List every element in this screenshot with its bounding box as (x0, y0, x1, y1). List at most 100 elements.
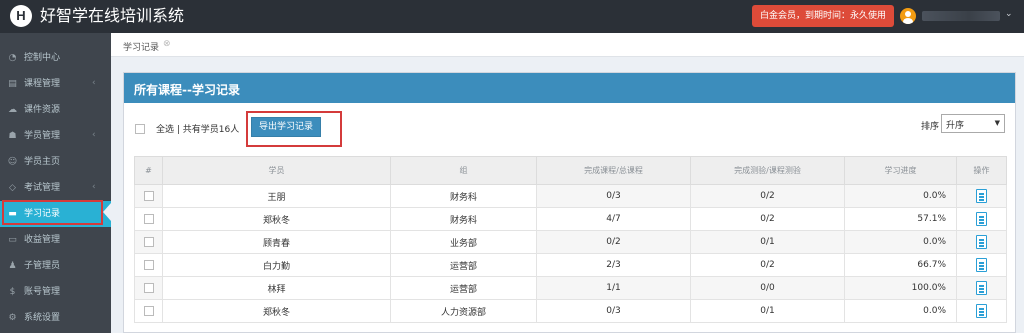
quizzes-completed: 0/1 (690, 230, 845, 254)
close-tab-icon[interactable]: ⊗ (163, 39, 171, 49)
sidebar-item-label: 学员管理 (24, 131, 61, 141)
clipboard-icon[interactable] (976, 281, 987, 295)
sidebar: ◔ 控制中心 ▤ 课程管理 ‹ ☁ 课件资源 ☗ 学员管理 ‹ ☺ 学员主页 ◇ 考试管理 ‹ ▬ 学习记录 ▭ 收… (0, 33, 111, 333)
student-group: 业务部 (390, 230, 537, 254)
col-header-group[interactable]: 组 (390, 156, 537, 185)
breadcrumb: 学习记录 ⊗ (111, 33, 1024, 57)
row-select-cell (134, 207, 163, 231)
app-logo[interactable]: H (10, 5, 32, 27)
learning-progress: 0.0% (844, 230, 957, 254)
sidebar-item-8[interactable]: ♟ 子管理员 (0, 253, 111, 279)
student-name: 郑秋冬 (162, 207, 391, 231)
action-cell (956, 230, 1007, 254)
users-icon: ☗ (8, 131, 17, 141)
table-row: 林拜 运营部 1/1 0/0 100.0% (134, 276, 1007, 300)
book-icon: ▤ (8, 79, 17, 89)
membership-badge[interactable]: 白金会员，到期时间：永久使用 (752, 5, 894, 27)
student-group: 人力资源部 (390, 299, 537, 323)
select-all-label: 全选 | 共有学员16人 (156, 125, 240, 135)
clipboard-icon[interactable] (976, 212, 987, 226)
student-name: 林拜 (162, 276, 391, 300)
clipboard-icon[interactable] (976, 304, 987, 318)
col-header-progress[interactable]: 学习进度 (844, 156, 957, 185)
col-header-index: # (134, 156, 163, 185)
sidebar-item-9[interactable]: $ 账号管理 (0, 279, 111, 305)
quizzes-completed: 0/2 (690, 184, 845, 208)
row-checkbox[interactable] (143, 213, 154, 224)
breadcrumb-current[interactable]: 学习记录 (123, 40, 159, 53)
action-cell (956, 276, 1007, 300)
row-checkbox[interactable] (143, 305, 154, 316)
sidebar-item-label: 考试管理 (24, 183, 61, 193)
courses-completed: 0/3 (536, 184, 691, 208)
courses-completed: 0/3 (536, 299, 691, 323)
top-bar: H 好智学在线培训系统 白金会员，到期时间：永久使用 ⌄ (0, 0, 1024, 33)
col-header-quizzes[interactable]: 完成测验/课程测验 (690, 156, 845, 185)
row-checkbox[interactable] (143, 190, 154, 201)
sidebar-item-label: 课程管理 (24, 79, 61, 89)
dashboard-icon: ◔ (8, 53, 17, 63)
clipboard-icon[interactable] (976, 189, 987, 203)
sidebar-item-label: 课件资源 (24, 105, 61, 115)
col-header-actions: 操作 (956, 156, 1007, 185)
row-checkbox[interactable] (143, 259, 154, 270)
col-header-courses[interactable]: 完成课程/总课程 (536, 156, 691, 185)
select-all-checkbox[interactable] (135, 124, 145, 134)
sidebar-item-1[interactable]: ▤ 课程管理 ‹ (0, 71, 111, 97)
row-checkbox[interactable] (143, 282, 154, 293)
student-group: 财务科 (390, 184, 537, 208)
learning-progress: 100.0% (844, 276, 957, 300)
clipboard-icon[interactable] (976, 235, 987, 249)
records-table: # 学员 组 完成课程/总课程 完成测验/课程测验 学习进度 操作 王朋 财务科 0… (134, 156, 1007, 323)
sidebar-item-label: 收益管理 (24, 235, 61, 245)
clipboard-icon[interactable] (976, 258, 987, 272)
student-name: 顾青春 (162, 230, 391, 254)
sidebar-item-0[interactable]: ◔ 控制中心 (0, 45, 111, 71)
courses-completed: 0/2 (536, 230, 691, 254)
sidebar-item-label: 系统设置 (24, 313, 61, 323)
courses-completed: 2/3 (536, 253, 691, 277)
row-select-cell (134, 230, 163, 254)
cloud-icon: ☁ (8, 105, 17, 115)
courses-completed: 1/1 (536, 276, 691, 300)
panel-title: 所有课程--学习记录 (134, 83, 240, 97)
student-name: 王朋 (162, 184, 391, 208)
student-group: 运营部 (390, 276, 537, 300)
table-header-row: # 学员 组 完成课程/总课程 完成测验/课程测验 学习进度 操作 (134, 156, 1007, 185)
user-name-blurred[interactable] (922, 11, 1000, 21)
sidebar-item-3[interactable]: ☗ 学员管理 ‹ (0, 123, 111, 149)
app-title: 好智学在线培训系统 (40, 6, 185, 25)
row-checkbox[interactable] (143, 236, 154, 247)
sidebar-item-label: 学员主页 (24, 157, 61, 167)
learning-progress: 66.7% (844, 253, 957, 277)
student-group: 财务科 (390, 207, 537, 231)
quizzes-completed: 0/0 (690, 276, 845, 300)
row-select-cell (134, 184, 163, 208)
row-select-cell (134, 299, 163, 323)
learning-progress: 0.0% (844, 299, 957, 323)
action-cell (956, 207, 1007, 231)
sidebar-item-7[interactable]: ▭ 收益管理 (0, 227, 111, 253)
sidebar-item-10[interactable]: ⚙ 系统设置 (0, 305, 111, 331)
student-name: 郑秋冬 (162, 299, 391, 323)
user-avatar-icon[interactable] (900, 8, 916, 24)
sidebar-item-label: 子管理员 (24, 261, 61, 271)
user-menu-chevron-down-icon[interactable]: ⌄ (1005, 9, 1013, 19)
export-records-button[interactable]: 导出学习记录 (251, 117, 321, 137)
chevron-left-icon: ‹ (92, 182, 96, 192)
student-group: 运营部 (390, 253, 537, 277)
sort-label: 排序 (921, 122, 940, 132)
col-header-student[interactable]: 学员 (162, 156, 391, 185)
table-row: 王朋 财务科 0/3 0/2 0.0% (134, 184, 1007, 208)
quizzes-completed: 0/1 (690, 299, 845, 323)
sort-order-select[interactable]: 升序 ▼ (941, 114, 1005, 133)
row-select-cell (134, 253, 163, 277)
quizzes-completed: 0/2 (690, 207, 845, 231)
sidebar-item-2[interactable]: ☁ 课件资源 (0, 97, 111, 123)
learning-progress: 57.1% (844, 207, 957, 231)
dropdown-arrow-icon: ▼ (994, 119, 1000, 127)
sidebar-item-4[interactable]: ☺ 学员主页 (0, 149, 111, 175)
quizzes-completed: 0/2 (690, 253, 845, 277)
action-cell (956, 253, 1007, 277)
sidebar-item-5[interactable]: ◇ 考试管理 ‹ (0, 175, 111, 201)
